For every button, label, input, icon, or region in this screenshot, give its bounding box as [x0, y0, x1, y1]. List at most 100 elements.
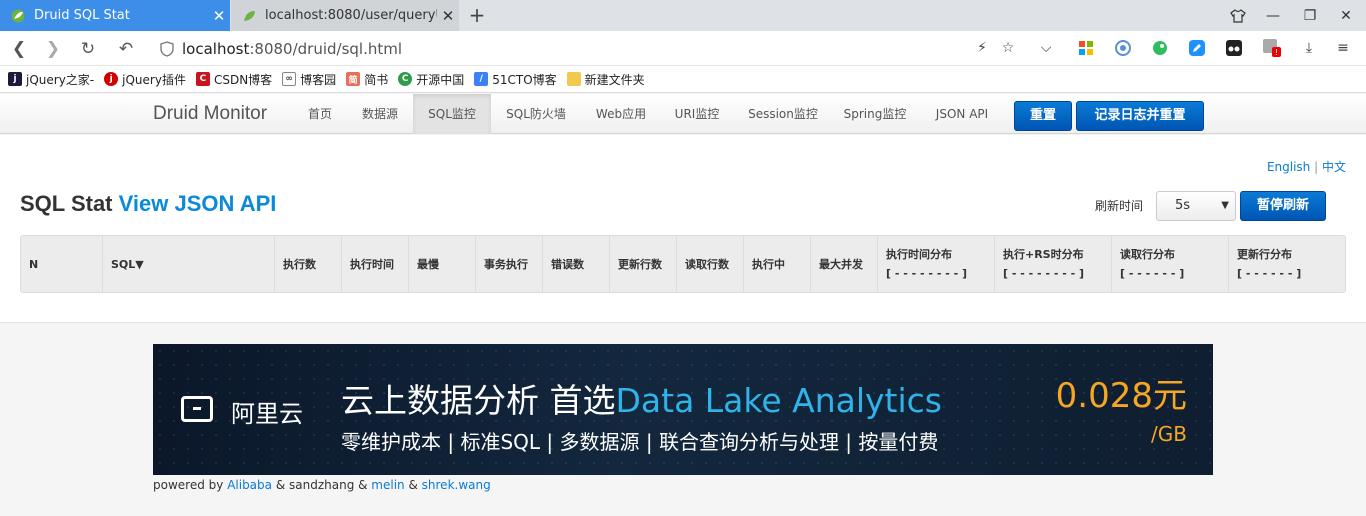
bookmark-folder[interactable]: 新建文件夹 [566, 71, 645, 88]
bookmark-icon: ∞ [282, 72, 297, 86]
forward-icon[interactable]: ❯ [40, 36, 66, 62]
url-path: :8080/druid/sql.html [249, 39, 403, 58]
page-title: SQL Stat View JSON API [20, 191, 277, 216]
banner-price-unit: /GB [1151, 422, 1187, 446]
security-shield-icon [160, 40, 174, 57]
sql-stat-table-header: N SQL▼ 执行数 执行时间 最慢 事务执行 错误数 更新行数 读取行数 执行… [20, 235, 1346, 293]
edit-extension-icon[interactable] [1187, 38, 1207, 58]
banner-headline: 云上数据分析 首选Data Lake Analytics [341, 381, 942, 420]
bookmark-item[interactable]: /51CTO博客 [474, 71, 557, 88]
column-header-fetch-row-histogram[interactable]: 读取行分布 [ - - - - - - ] [1112, 236, 1229, 292]
column-header-update-row-histogram[interactable]: 更新行分布 [ - - - - - - ] [1229, 236, 1345, 292]
url-bar[interactable]: localhost:8080/druid/sql.html [160, 34, 1060, 63]
column-header-exec-rs-histogram[interactable]: 执行+RS时分布 [ - - - - - - - - ] [995, 236, 1112, 292]
reload-icon[interactable]: ↻ [75, 36, 101, 62]
column-header-update-rows[interactable]: 更新行数 [610, 236, 677, 292]
bookmark-item[interactable]: j jQuery之家- [8, 71, 94, 88]
column-header-slowest[interactable]: 最慢 [409, 236, 476, 292]
undo-icon[interactable]: ↶ [113, 36, 139, 62]
bookmark-icon: / [474, 72, 489, 86]
nav-sql-monitor[interactable]: SQL监控 [413, 94, 491, 134]
column-header-fetch-rows[interactable]: 读取行数 [677, 236, 744, 292]
column-header-n[interactable]: N [21, 236, 103, 292]
lang-english-link[interactable]: English [1267, 160, 1310, 174]
shrek-wang-link[interactable]: shrek.wang [422, 478, 491, 492]
browser-tab-bar: Druid SQL Stat ✕ localhost:8080/user/que… [0, 0, 1366, 31]
reset-button[interactable]: 重置 [1014, 101, 1072, 131]
back-icon[interactable]: ❮ [6, 36, 32, 62]
tab-druid-sql-stat[interactable]: Druid SQL Stat ✕ [0, 0, 230, 31]
lightning-icon[interactable]: ⚡ [972, 38, 992, 58]
melin-link[interactable]: melin [371, 478, 404, 492]
nav-datasource[interactable]: 数据源 [350, 94, 410, 134]
bookmark-icon: C [398, 72, 413, 86]
bookmark-item[interactable]: ∞ 博客园 [282, 71, 336, 88]
bookmark-icon: j [104, 72, 119, 86]
language-switch: English | 中文 [1266, 160, 1346, 174]
office-extension-icon[interactable] [1076, 38, 1096, 58]
evernote-icon[interactable] [1150, 38, 1170, 58]
url-host: localhost [182, 39, 250, 58]
tab-query-user[interactable]: localhost:8080/user/queryUs ✕ [231, 0, 459, 31]
column-header-running[interactable]: 执行中 [744, 236, 811, 292]
column-header-exec-time[interactable]: 执行时间 [342, 236, 409, 292]
pause-refresh-button[interactable]: 暂停刷新 [1240, 191, 1326, 221]
bookmark-item[interactable]: j jQuery插件 [104, 71, 186, 88]
glasses-extension-icon[interactable] [1224, 38, 1244, 58]
bookmark-item[interactable]: 简简书 [346, 71, 388, 88]
sql-stat-panel: English | 中文 SQL Stat View JSON API 刷新时间… [0, 135, 1366, 323]
nav-json-api[interactable]: JSON API [924, 94, 1000, 134]
star-icon[interactable]: ☆ [998, 38, 1018, 58]
close-tab-icon[interactable]: ✕ [437, 7, 459, 25]
alert-extension-icon[interactable]: ! [1262, 38, 1282, 58]
nav-home[interactable]: 首页 [296, 94, 344, 134]
lang-chinese-link[interactable]: 中文 [1322, 160, 1346, 174]
shirt-icon[interactable] [1218, 0, 1258, 31]
menu-icon[interactable]: ≡ [1333, 38, 1353, 58]
aliyun-logo-icon [181, 396, 213, 422]
caret-down-icon: ▼ [1221, 200, 1229, 211]
column-header-tx-exec[interactable]: 事务执行 [476, 236, 543, 292]
new-tab-icon[interactable]: + [465, 4, 489, 28]
shield-extension-icon[interactable] [1113, 38, 1133, 58]
tab-title: Druid SQL Stat [34, 8, 130, 23]
spring-leaf-icon [10, 8, 26, 24]
banner-price: 0.028元 [1055, 376, 1187, 416]
refresh-interval-label: 刷新时间 [1095, 199, 1144, 213]
log-and-reset-button[interactable]: 记录日志并重置 [1076, 101, 1204, 131]
folder-icon [566, 72, 581, 86]
address-toolbar: ❮ ❯ ↻ ↶ localhost:8080/druid/sql.html ⚡ … [0, 31, 1366, 66]
view-json-api-link[interactable]: View JSON API [119, 191, 277, 216]
brand-title[interactable]: Druid Monitor [153, 94, 267, 134]
banner-subline: 零维护成本 | 标准SQL | 多数据源 | 联合查询分析与处理 | 按量付费 [341, 430, 939, 454]
druid-navbar: Druid Monitor 首页 数据源 SQL监控 SQL防火墙 Web应用 … [0, 94, 1366, 134]
column-header-exec-count[interactable]: 执行数 [275, 236, 342, 292]
nav-web-app[interactable]: Web应用 [586, 94, 656, 134]
close-tab-icon[interactable]: ✕ [208, 7, 230, 25]
nav-session-monitor[interactable]: Session监控 [738, 94, 828, 134]
minimize-icon[interactable]: — [1253, 0, 1293, 31]
aliyun-ad-banner[interactable]: 阿里云 云上数据分析 首选Data Lake Analytics 零维护成本 |… [153, 344, 1213, 475]
column-header-error-count[interactable]: 错误数 [543, 236, 610, 292]
refresh-interval-select[interactable]: 5s ▼ [1156, 191, 1236, 221]
maximize-icon[interactable]: ❐ [1290, 0, 1330, 31]
nav-spring-monitor[interactable]: Spring监控 [836, 94, 914, 134]
bookmarks-bar: j jQuery之家- j jQuery插件 C CSDN博客 ∞ 博客园 简简书 C开… [0, 66, 1366, 93]
column-header-max-concurrent[interactable]: 最大并发 [811, 236, 878, 292]
nav-sql-firewall[interactable]: SQL防火墙 [496, 94, 576, 134]
powered-by-footer: powered by Alibaba & sandzhang & melin &… [153, 478, 491, 492]
column-header-exec-time-histogram[interactable]: 执行时间分布 [ - - - - - - - - ] [878, 236, 995, 292]
alibaba-link[interactable]: Alibaba [227, 478, 272, 492]
tab-title: localhost:8080/user/queryUs [265, 8, 437, 23]
aliyun-logo-text: 阿里云 [231, 400, 303, 428]
bookmark-item[interactable]: C CSDN博客 [195, 71, 272, 88]
bookmark-icon: j [8, 72, 22, 86]
download-icon[interactable]: ⤓ [1299, 38, 1319, 58]
bookmark-icon: 简 [346, 72, 361, 86]
bookmark-item[interactable]: C 开源中国 [398, 71, 464, 88]
column-header-sql[interactable]: SQL▼ [103, 236, 275, 292]
chevron-down-icon[interactable]: ⌵ [1036, 38, 1056, 58]
spring-leaf-icon [241, 8, 257, 24]
nav-uri-monitor[interactable]: URI监控 [664, 94, 730, 134]
close-window-icon[interactable]: ✕ [1326, 0, 1366, 31]
